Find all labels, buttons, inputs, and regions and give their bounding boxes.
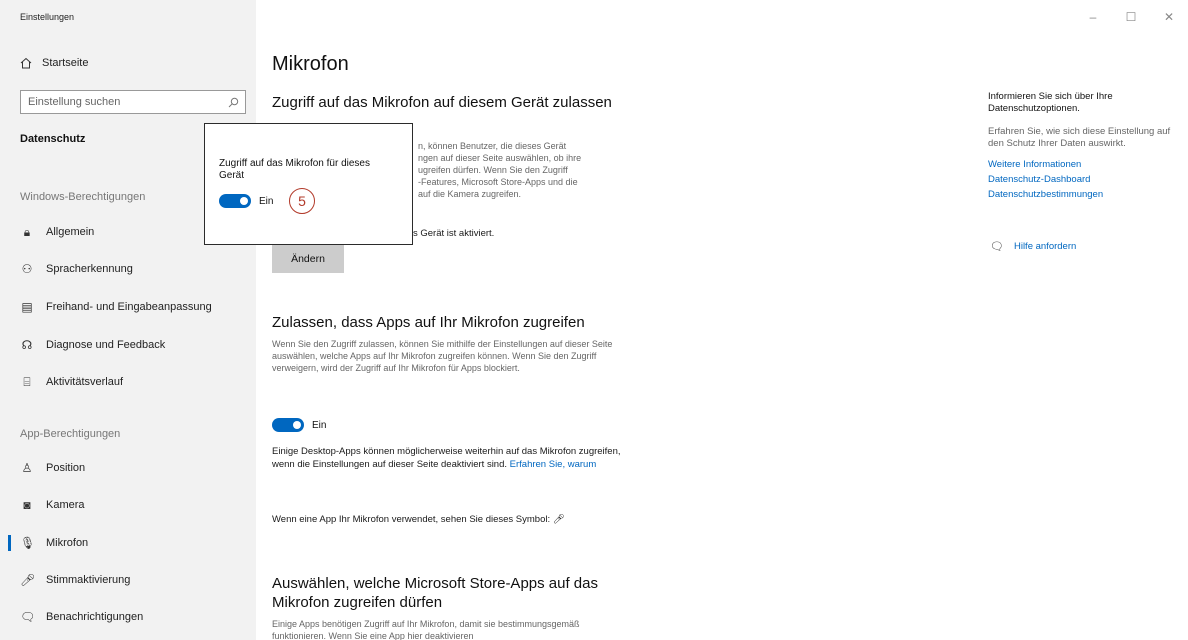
sidebar-item-mikrofon[interactable]: 🎙︎ Mikrofon bbox=[7, 533, 89, 553]
sidebar-item-label: Allgemein bbox=[46, 226, 95, 238]
page-title: Mikrofon bbox=[272, 53, 349, 75]
sidebar-item-label: Aktivitätsverlauf bbox=[46, 376, 124, 388]
help-chat-icon: 🗨︎ bbox=[990, 241, 1004, 253]
sidebar-item-label: Diagnose und Feedback bbox=[46, 339, 166, 351]
sidebar-item-label: Spracherkennung bbox=[46, 263, 133, 275]
device-access-popup: Zugriff auf das Mikrofon für dieses Gerä… bbox=[204, 123, 413, 245]
sidebar-item-spracherkennung[interactable]: ⚇ Spracherkennung bbox=[20, 259, 133, 279]
sidebar-item-benachrichtigungen[interactable]: 🗨︎ Benachrichtigungen bbox=[20, 607, 143, 627]
toggle-label: Ein bbox=[312, 419, 327, 431]
get-help-link[interactable]: 🗨︎ Hilfe anfordern bbox=[990, 240, 1076, 253]
app-title: Einstellungen bbox=[20, 12, 75, 22]
desc-line: ngen auf dieser Seite auswählen, ob ihre bbox=[418, 153, 582, 163]
toggle-label: Ein bbox=[259, 195, 274, 207]
sidebar-item-label: Position bbox=[46, 462, 86, 474]
store-section-description: Einige Apps benötigen Zugriff auf Ihr Mi… bbox=[272, 619, 580, 640]
location-icon: ♙ bbox=[21, 461, 33, 475]
search-box[interactable] bbox=[20, 90, 246, 114]
desc-line: -Features, Microsoft Store-Apps und die bbox=[418, 177, 578, 187]
help-label: Hilfe anfordern bbox=[1013, 241, 1077, 252]
close-button[interactable]: ✕ bbox=[1150, 10, 1188, 24]
apps-section-heading: Zulassen, dass Apps auf Ihr Mikrofon zug… bbox=[272, 314, 585, 331]
step-number-badge: 5 bbox=[289, 188, 315, 214]
sidebar-item-stimmaktivierung[interactable]: 🎤︎ Stimmaktivierung bbox=[20, 570, 130, 590]
camera-icon: ◙ bbox=[23, 498, 31, 512]
sidebar-item-label: Kamera bbox=[46, 499, 85, 511]
device-status-text: s Gerät ist aktiviert. bbox=[413, 228, 495, 239]
sidebar-item-aktivitaetsverlauf[interactable]: ⌸ Aktivitätsverlauf bbox=[20, 372, 123, 392]
symbol-hint: Wenn eine App Ihr Mikrofon verwendet, se… bbox=[272, 514, 672, 527]
learn-why-link[interactable]: Erfahren Sie, warum bbox=[510, 459, 597, 470]
search-icon[interactable] bbox=[228, 97, 239, 108]
sidebar-item-allgemein[interactable]: 🔒︎ Allgemein bbox=[20, 222, 95, 242]
sidebar-item-label: Stimmaktivierung bbox=[46, 574, 131, 586]
sidebar-item-diagnose[interactable]: ☊ Diagnose und Feedback bbox=[20, 335, 166, 355]
sidebar-item-label: Startseite bbox=[42, 57, 89, 69]
apps-section-description: Wenn Sie den Zugriff zulassen, können Si… bbox=[272, 339, 613, 373]
notifications-icon: 🗨︎ bbox=[20, 610, 36, 624]
desc-line: n, können Benutzer, die dieses Gerät bbox=[418, 141, 567, 151]
voice-activation-icon: 🎤︎ bbox=[20, 573, 36, 587]
more-info-link[interactable]: Weitere Informationen bbox=[988, 159, 1081, 170]
privacy-dashboard-link[interactable]: Datenschutz-Dashboard bbox=[988, 174, 1090, 185]
apps-access-toggle[interactable] bbox=[272, 418, 304, 432]
group-label-windows: Windows-Berechtigungen bbox=[20, 191, 146, 203]
microphone-icon: 🎤︎ bbox=[552, 514, 565, 525]
microphone-icon: 🎙︎ bbox=[20, 536, 36, 550]
sidebar-item-home[interactable]: Startseite bbox=[20, 57, 88, 69]
window-controls: – ☐ ✕ bbox=[1074, 10, 1188, 24]
sidebar-item-freihand[interactable]: ▤ Freihand- und Eingabeanpassung bbox=[20, 297, 212, 317]
group-label-apps: App-Berechtigungen bbox=[20, 428, 121, 440]
minimize-button[interactable]: – bbox=[1074, 10, 1112, 24]
sidebar: Einstellungen Startseite Datenschutz Win… bbox=[0, 0, 256, 640]
apps-access-toggle-row: Ein bbox=[272, 418, 326, 432]
home-icon bbox=[20, 57, 32, 69]
feedback-icon: ☊ bbox=[21, 338, 33, 352]
privacy-statement-link[interactable]: Datenschutzbestimmungen bbox=[988, 189, 1103, 200]
desc-line: ugreifen dürfen. Wenn Sie den Zugriff bbox=[418, 165, 568, 175]
sidebar-item-position[interactable]: ♙ Position bbox=[20, 458, 86, 478]
desc-line: auf die Kamera zugreifen. bbox=[418, 189, 522, 199]
sidebar-item-label: Benachrichtigungen bbox=[46, 611, 144, 623]
desktop-apps-note: Einige Desktop-Apps können möglicherweis… bbox=[272, 446, 624, 471]
privacy-options-title: Informieren Sie sich über Ihre Datenschu… bbox=[988, 91, 1113, 114]
section-title: Datenschutz bbox=[20, 133, 86, 145]
lock-icon: 🔒︎ bbox=[23, 224, 31, 239]
sidebar-item-label: Freihand- und Eingabeanpassung bbox=[46, 301, 212, 313]
device-section-heading: Zugriff auf das Mikrofon auf diesem Gerä… bbox=[272, 94, 612, 111]
symbol-hint-text: Wenn eine App Ihr Mikrofon verwendet, se… bbox=[272, 514, 551, 525]
sidebar-item-kamera[interactable]: ◙ Kamera bbox=[20, 495, 85, 515]
popup-label: Zugriff auf das Mikrofon für dieses Gerä… bbox=[219, 158, 370, 181]
change-button[interactable]: Ändern bbox=[272, 245, 344, 273]
privacy-options-description: Erfahren Sie, wie sich diese Einstellung… bbox=[988, 126, 1171, 149]
popup-toggle-row: Ein bbox=[219, 194, 273, 208]
search-input[interactable] bbox=[28, 96, 218, 108]
device-section-description: n, können Benutzer, die dieses Gerät nge… bbox=[418, 140, 624, 200]
maximize-button[interactable]: ☐ bbox=[1112, 10, 1150, 24]
timeline-icon: ⌸ bbox=[23, 374, 31, 389]
notepad-icon: ▤ bbox=[21, 300, 33, 314]
sidebar-item-label: Mikrofon bbox=[46, 537, 89, 549]
device-access-toggle[interactable] bbox=[219, 194, 251, 208]
speech-icon: ⚇ bbox=[21, 262, 33, 276]
store-section-heading: Auswählen, welche Microsoft Store-Apps a… bbox=[272, 575, 598, 611]
